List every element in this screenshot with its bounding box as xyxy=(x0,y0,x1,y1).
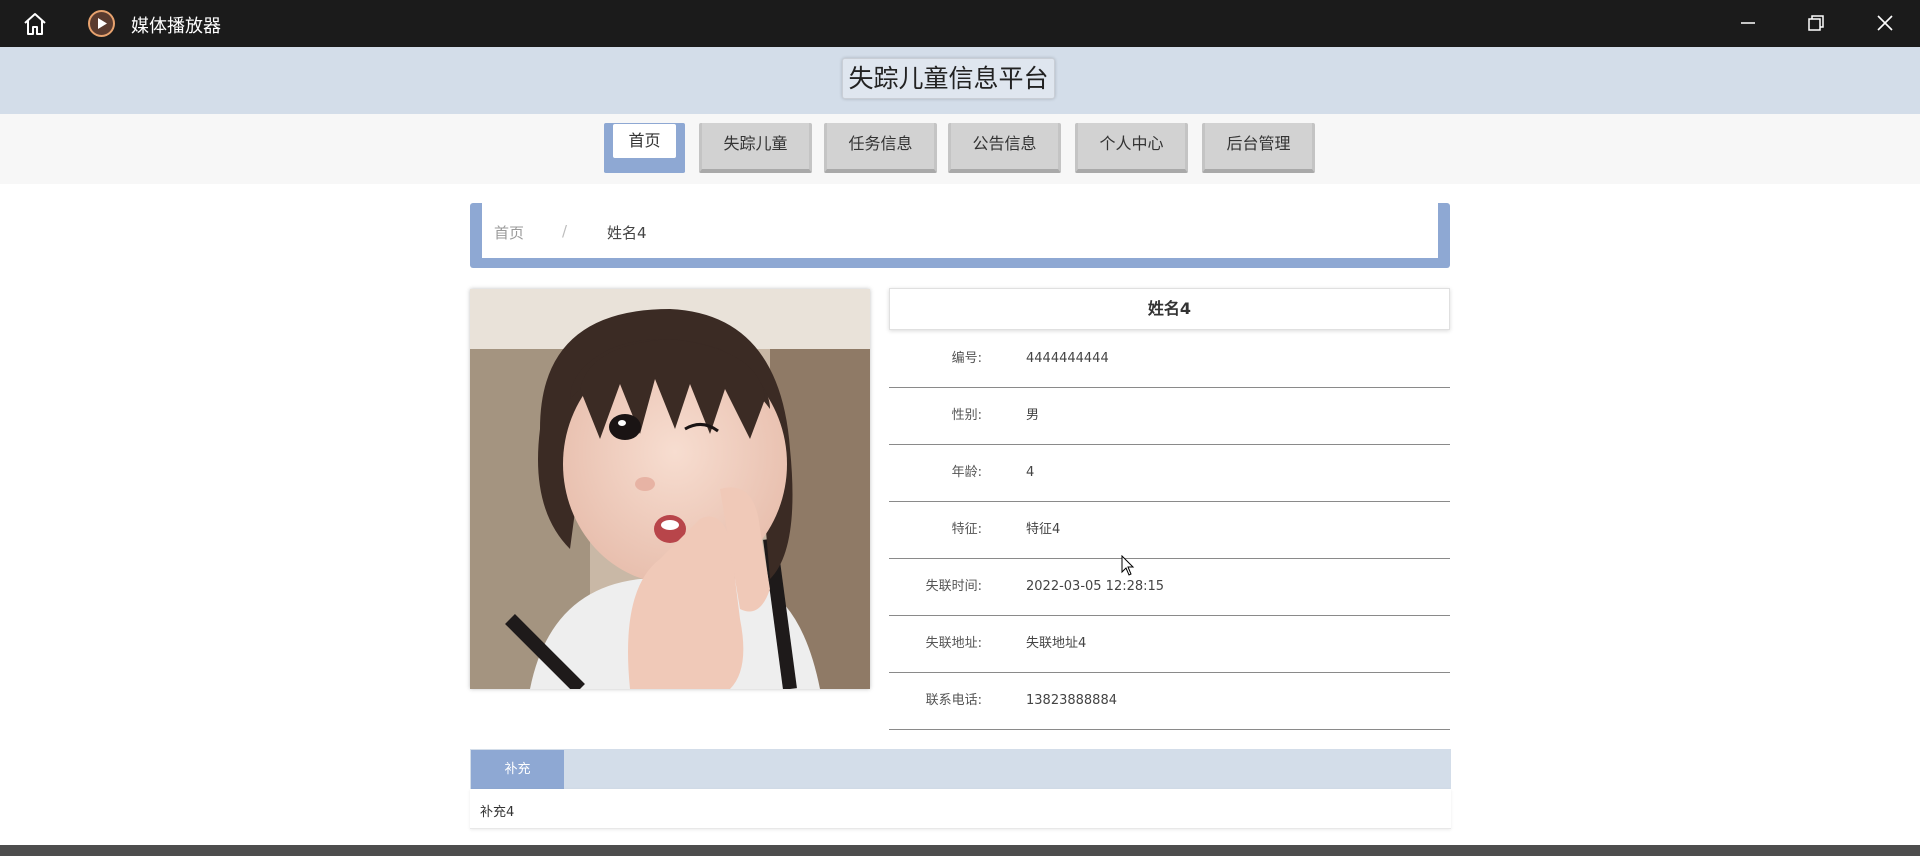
nav-item-label: 首页 xyxy=(613,124,676,158)
main-nav: 首页 失踪儿童 任务信息 公告信息 个人中心 后台管理 xyxy=(0,114,1920,184)
field-label: 年龄: xyxy=(951,465,982,480)
field-label: 联系电话: xyxy=(925,693,982,708)
nav-item-missing-children[interactable]: 失踪儿童 xyxy=(699,123,812,173)
field-row-missing-time: 失联时间: 2022-03-05 12:28:15 xyxy=(889,558,1450,616)
nav-item-label: 公告信息 xyxy=(972,134,1037,153)
field-value: 特征4 xyxy=(1026,522,1061,537)
nav-item-profile[interactable]: 个人中心 xyxy=(1075,123,1188,173)
site-header: 失踪儿童信息平台 xyxy=(0,47,1920,114)
mouse-cursor-icon xyxy=(1121,555,1135,576)
nav-item-label: 失踪儿童 xyxy=(723,134,788,153)
breadcrumb-separator: / xyxy=(562,222,568,240)
nav-item-admin[interactable]: 后台管理 xyxy=(1202,123,1315,173)
window-title: 媒体播放器 xyxy=(131,16,221,37)
window-titlebar: 媒体播放器 xyxy=(0,0,1920,47)
field-value: 4444444444 xyxy=(1026,351,1109,366)
field-value: 失联地址4 xyxy=(1026,636,1087,651)
nav-item-label: 后台管理 xyxy=(1226,134,1291,153)
field-value: 男 xyxy=(1026,408,1040,423)
field-label: 失联地址: xyxy=(925,636,982,651)
field-label: 性别: xyxy=(951,408,982,423)
minimize-icon[interactable] xyxy=(1737,12,1759,34)
supplement-tab-bar: 补充 xyxy=(470,749,1451,789)
field-label: 编号: xyxy=(951,351,982,366)
media-player-icon xyxy=(88,10,115,37)
tab-supplement[interactable]: 补充 xyxy=(471,750,564,789)
supplement-text: 补充4 xyxy=(480,805,515,820)
restore-icon[interactable] xyxy=(1805,12,1827,34)
breadcrumb-current: 姓名4 xyxy=(607,224,647,242)
nav-item-announcements[interactable]: 公告信息 xyxy=(948,123,1061,173)
child-name-heading: 姓名4 xyxy=(889,288,1450,330)
field-label: 特征: xyxy=(951,522,982,537)
field-row-age: 年龄: 4 xyxy=(889,444,1450,502)
nav-item-label: 个人中心 xyxy=(1099,134,1164,153)
field-row-gender: 性别: 男 xyxy=(889,387,1450,445)
field-value: 13823888884 xyxy=(1026,693,1117,708)
site-title: 失踪儿童信息平台 xyxy=(842,58,1055,99)
nav-item-label: 任务信息 xyxy=(848,134,913,153)
field-value: 4 xyxy=(1026,465,1035,480)
field-row-id: 编号: 4444444444 xyxy=(889,330,1450,388)
nav-item-tasks[interactable]: 任务信息 xyxy=(824,123,937,173)
field-row-features: 特征: 特征4 xyxy=(889,501,1450,559)
field-row-phone: 联系电话: 13823888884 xyxy=(889,672,1450,730)
field-label: 失联时间: xyxy=(925,579,982,594)
breadcrumb-home-link[interactable]: 首页 xyxy=(494,222,524,243)
child-photo xyxy=(470,289,870,689)
field-row-missing-address: 失联地址: 失联地址4 xyxy=(889,615,1450,673)
bottom-bar xyxy=(0,845,1920,856)
home-icon[interactable] xyxy=(22,11,48,37)
close-icon[interactable] xyxy=(1874,12,1896,34)
field-value: 2022-03-05 12:28:15 xyxy=(1026,579,1165,594)
supplement-panel: 补充4 xyxy=(470,789,1451,829)
nav-item-home[interactable]: 首页 xyxy=(604,123,685,173)
